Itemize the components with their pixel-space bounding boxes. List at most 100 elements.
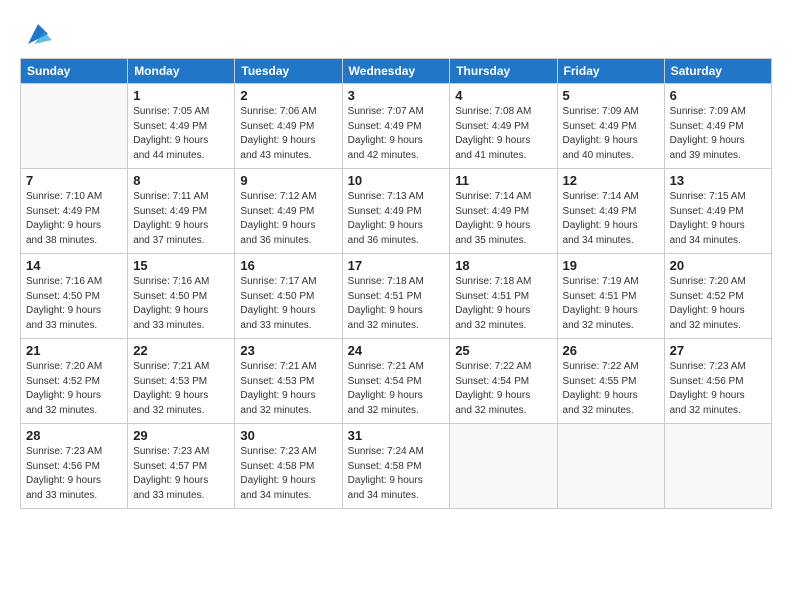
calendar-cell: 30 Sunrise: 7:23 AM Sunset: 4:58 PM Dayli… (235, 424, 342, 509)
day-info: Sunrise: 7:16 AM Sunset: 4:50 PM Dayligh… (133, 275, 229, 333)
calendar-cell: 8 Sunrise: 7:11 AM Sunset: 4:49 PM Daylig… (128, 169, 235, 254)
day-number: 30 (240, 428, 336, 443)
calendar-cell: 12 Sunrise: 7:14 AM Sunset: 4:49 PM Dayli… (557, 169, 664, 254)
calendar-cell: 15 Sunrise: 7:16 AM Sunset: 4:50 PM Dayli… (128, 254, 235, 339)
calendar-cell (21, 84, 128, 169)
day-number: 3 (348, 88, 445, 103)
day-number: 6 (670, 88, 766, 103)
day-info: Sunrise: 7:16 AM Sunset: 4:50 PM Dayligh… (26, 275, 122, 333)
day-number: 24 (348, 343, 445, 358)
day-info: Sunrise: 7:18 AM Sunset: 4:51 PM Dayligh… (348, 275, 445, 333)
day-info: Sunrise: 7:17 AM Sunset: 4:50 PM Dayligh… (240, 275, 336, 333)
day-info: Sunrise: 7:14 AM Sunset: 4:49 PM Dayligh… (563, 190, 659, 248)
calendar-cell: 26 Sunrise: 7:22 AM Sunset: 4:55 PM Dayli… (557, 339, 664, 424)
calendar-cell (557, 424, 664, 509)
day-info: Sunrise: 7:24 AM Sunset: 4:58 PM Dayligh… (348, 445, 445, 503)
day-number: 7 (26, 173, 122, 188)
calendar-cell: 25Sunrise: 7:22 AM Sunset: 4:54 PM Dayli… (450, 339, 557, 424)
day-number: 5 (563, 88, 659, 103)
day-header: Thursday (450, 59, 557, 84)
day-info: Sunrise: 7:20 AM Sunset: 4:52 PM Dayligh… (26, 360, 122, 418)
day-info: Sunrise: 7:21 AM Sunset: 4:53 PM Dayligh… (133, 360, 229, 418)
calendar-cell: 5 Sunrise: 7:09 AM Sunset: 4:49 PM Daylig… (557, 84, 664, 169)
calendar-week-row: 21 Sunrise: 7:20 AM Sunset: 4:52 PM Dayli… (21, 339, 772, 424)
calendar-cell: 7 Sunrise: 7:10 AM Sunset: 4:49 PM Daylig… (21, 169, 128, 254)
calendar-cell (450, 424, 557, 509)
day-number: 20 (670, 258, 766, 273)
day-number: 19 (563, 258, 659, 273)
calendar-cell: 18 Sunrise: 7:18 AM Sunset: 4:51 PM Dayli… (450, 254, 557, 339)
day-number: 13 (670, 173, 766, 188)
day-number: 27 (670, 343, 766, 358)
calendar-cell: 27Sunrise: 7:23 AM Sunset: 4:56 PM Dayli… (664, 339, 771, 424)
day-number: 28 (26, 428, 122, 443)
day-info: Sunrise: 7:21 AM Sunset: 4:54 PM Dayligh… (348, 360, 445, 418)
day-info: Sunrise: 7:07 AM Sunset: 4:49 PM Dayligh… (348, 105, 445, 163)
day-info: Sunrise: 7:19 AM Sunset: 4:51 PM Dayligh… (563, 275, 659, 333)
day-info: Sunrise: 7:14 AM Sunset: 4:49 PM Dayligh… (455, 190, 551, 248)
calendar-cell: 6Sunrise: 7:09 AM Sunset: 4:49 PM Daylig… (664, 84, 771, 169)
day-number: 8 (133, 173, 229, 188)
calendar-cell: 10 Sunrise: 7:13 AM Sunset: 4:49 PM Dayli… (342, 169, 450, 254)
day-header: Wednesday (342, 59, 450, 84)
day-number: 11 (455, 173, 551, 188)
header (20, 15, 772, 48)
day-number: 21 (26, 343, 122, 358)
day-number: 12 (563, 173, 659, 188)
calendar-cell: 13 Sunrise: 7:15 AM Sunset: 4:49 PM Dayli… (664, 169, 771, 254)
calendar-week-row: 7 Sunrise: 7:10 AM Sunset: 4:49 PM Daylig… (21, 169, 772, 254)
calendar-cell: 31 Sunrise: 7:24 AM Sunset: 4:58 PM Dayli… (342, 424, 450, 509)
calendar-cell: 16Sunrise: 7:17 AM Sunset: 4:50 PM Dayli… (235, 254, 342, 339)
day-info: Sunrise: 7:23 AM Sunset: 4:57 PM Dayligh… (133, 445, 229, 503)
calendar-cell: 20 Sunrise: 7:20 AM Sunset: 4:52 PM Dayli… (664, 254, 771, 339)
day-info: Sunrise: 7:06 AM Sunset: 4:49 PM Dayligh… (240, 105, 336, 163)
calendar-week-row: 28 Sunrise: 7:23 AM Sunset: 4:56 PM Dayli… (21, 424, 772, 509)
day-info: Sunrise: 7:05 AM Sunset: 4:49 PM Dayligh… (133, 105, 229, 163)
day-info: Sunrise: 7:11 AM Sunset: 4:49 PM Dayligh… (133, 190, 229, 248)
day-number: 18 (455, 258, 551, 273)
day-info: Sunrise: 7:12 AM Sunset: 4:49 PM Dayligh… (240, 190, 336, 248)
calendar-cell: 22 Sunrise: 7:21 AM Sunset: 4:53 PM Dayli… (128, 339, 235, 424)
day-info: Sunrise: 7:13 AM Sunset: 4:49 PM Dayligh… (348, 190, 445, 248)
day-number: 2 (240, 88, 336, 103)
calendar-week-row: 14 Sunrise: 7:16 AM Sunset: 4:50 PM Dayli… (21, 254, 772, 339)
day-header: Saturday (664, 59, 771, 84)
calendar-cell: 21 Sunrise: 7:20 AM Sunset: 4:52 PM Dayli… (21, 339, 128, 424)
day-info: Sunrise: 7:18 AM Sunset: 4:51 PM Dayligh… (455, 275, 551, 333)
day-number: 17 (348, 258, 445, 273)
calendar-cell: 17 Sunrise: 7:18 AM Sunset: 4:51 PM Dayli… (342, 254, 450, 339)
calendar-cell: 2 Sunrise: 7:06 AM Sunset: 4:49 PM Daylig… (235, 84, 342, 169)
calendar-cell: 1 Sunrise: 7:05 AM Sunset: 4:49 PM Daylig… (128, 84, 235, 169)
calendar-cell: 19 Sunrise: 7:19 AM Sunset: 4:51 PM Dayli… (557, 254, 664, 339)
day-info: Sunrise: 7:20 AM Sunset: 4:52 PM Dayligh… (670, 275, 766, 333)
day-info: Sunrise: 7:08 AM Sunset: 4:49 PM Dayligh… (455, 105, 551, 163)
day-number: 31 (348, 428, 445, 443)
calendar-cell: 29Sunrise: 7:23 AM Sunset: 4:57 PM Dayli… (128, 424, 235, 509)
day-info: Sunrise: 7:21 AM Sunset: 4:53 PM Dayligh… (240, 360, 336, 418)
day-number: 23 (240, 343, 336, 358)
calendar-cell: 23 Sunrise: 7:21 AM Sunset: 4:53 PM Dayli… (235, 339, 342, 424)
logo-icon (24, 20, 52, 48)
day-number: 14 (26, 258, 122, 273)
calendar-cell: 14 Sunrise: 7:16 AM Sunset: 4:50 PM Dayli… (21, 254, 128, 339)
day-number: 9 (240, 173, 336, 188)
day-info: Sunrise: 7:09 AM Sunset: 4:49 PM Dayligh… (563, 105, 659, 163)
day-number: 4 (455, 88, 551, 103)
calendar-cell: 28 Sunrise: 7:23 AM Sunset: 4:56 PM Dayli… (21, 424, 128, 509)
day-number: 22 (133, 343, 229, 358)
calendar: SundayMondayTuesdayWednesdayThursdayFrid… (20, 58, 772, 509)
day-number: 10 (348, 173, 445, 188)
day-info: Sunrise: 7:10 AM Sunset: 4:49 PM Dayligh… (26, 190, 122, 248)
calendar-week-row: 1 Sunrise: 7:05 AM Sunset: 4:49 PM Daylig… (21, 84, 772, 169)
day-header: Friday (557, 59, 664, 84)
day-info: Sunrise: 7:23 AM Sunset: 4:58 PM Dayligh… (240, 445, 336, 503)
day-header: Sunday (21, 59, 128, 84)
day-number: 1 (133, 88, 229, 103)
day-header: Monday (128, 59, 235, 84)
day-number: 15 (133, 258, 229, 273)
day-number: 26 (563, 343, 659, 358)
day-info: Sunrise: 7:23 AM Sunset: 4:56 PM Dayligh… (26, 445, 122, 503)
day-info: Sunrise: 7:22 AM Sunset: 4:55 PM Dayligh… (563, 360, 659, 418)
calendar-cell: 3 Sunrise: 7:07 AM Sunset: 4:49 PM Daylig… (342, 84, 450, 169)
day-info: Sunrise: 7:15 AM Sunset: 4:49 PM Dayligh… (670, 190, 766, 248)
